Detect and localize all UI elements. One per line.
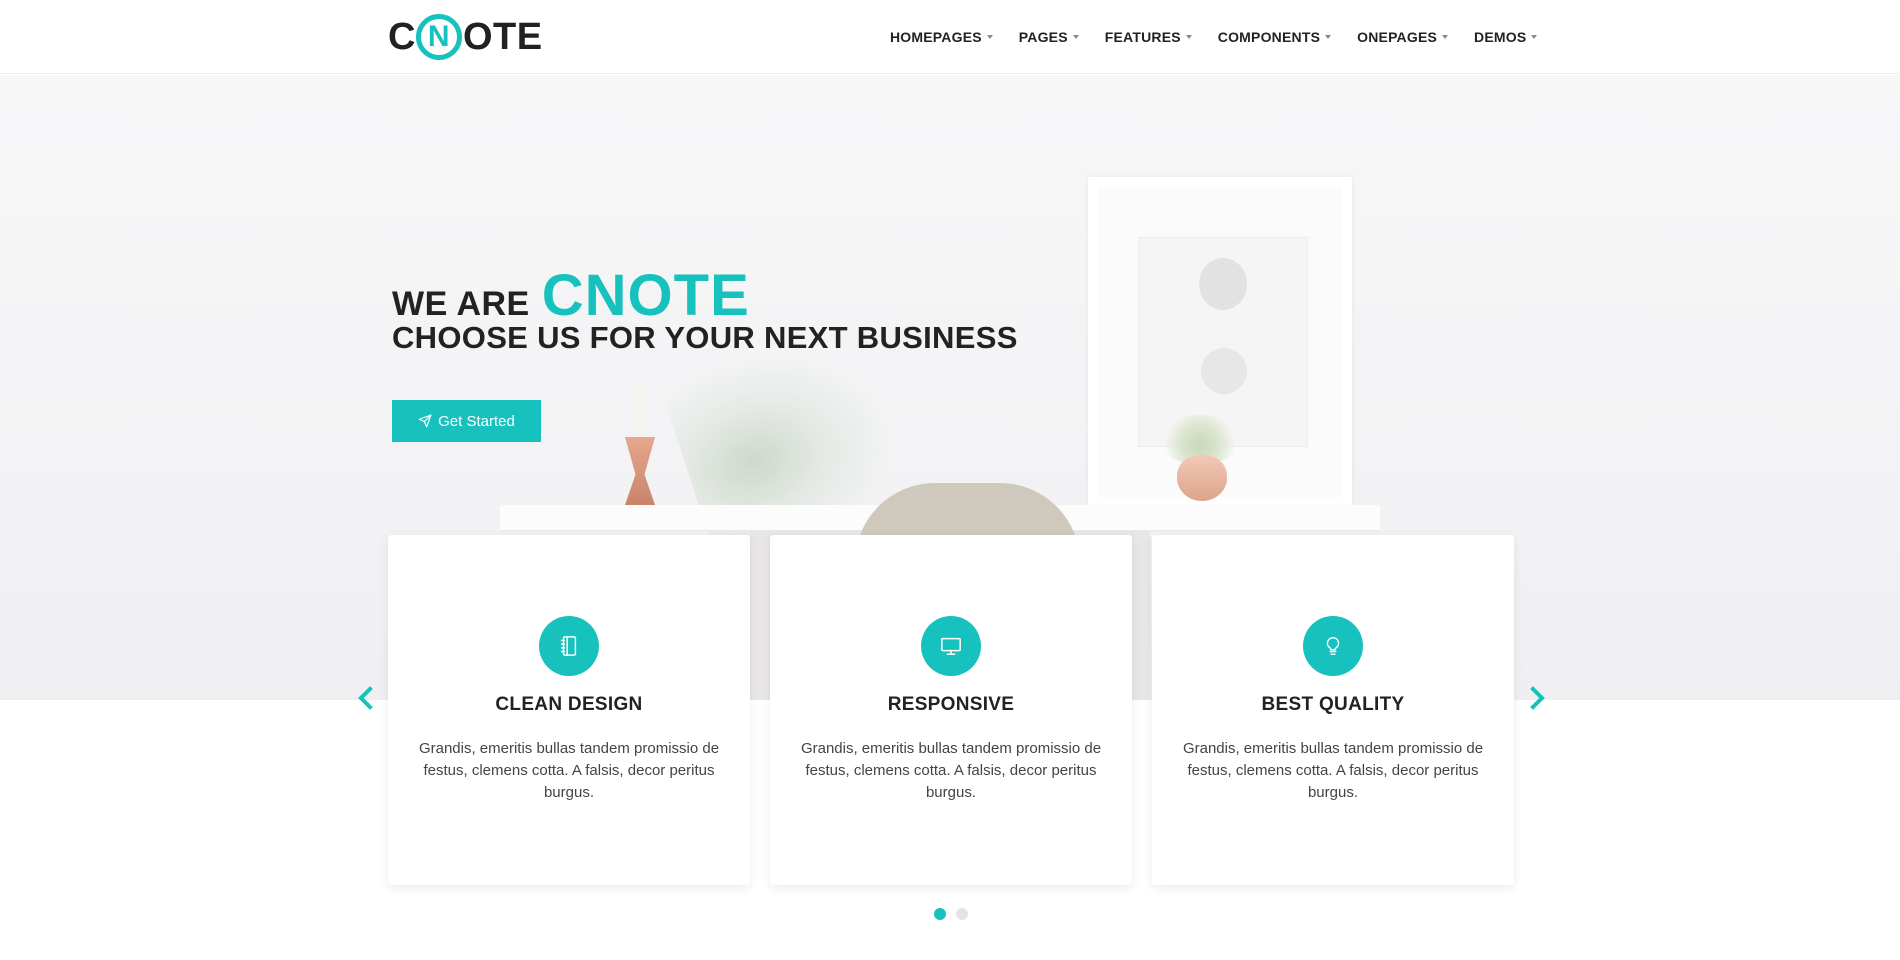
feature-card-title: BEST QUALITY xyxy=(1261,694,1405,715)
hero-pot xyxy=(1177,455,1227,501)
get-started-button[interactable]: Get Started xyxy=(392,400,541,442)
feature-icon-badge xyxy=(921,616,981,676)
caret-down-icon xyxy=(986,35,993,39)
logo-letter-c: C xyxy=(388,16,416,58)
hero-frame-circle xyxy=(1201,348,1247,394)
caret-down-icon xyxy=(1531,35,1538,39)
caret-down-icon xyxy=(1325,35,1332,39)
feature-card: BEST QUALITY Grandis, emeritis bullas ta… xyxy=(1152,535,1514,885)
hero-subtitle: CHOOSE US FOR YOUR NEXT BUSINESS xyxy=(392,320,1018,355)
caret-down-icon xyxy=(1185,35,1192,39)
feature-card-title: CLEAN DESIGN xyxy=(495,694,643,715)
feature-cards: CLEAN DESIGN Grandis, emeritis bullas ta… xyxy=(388,535,1516,885)
hero-candle-holder xyxy=(625,437,655,505)
hero-title-brand: CNOTE xyxy=(541,263,750,328)
feature-card-text: Grandis, emeritis bullas tandem promissi… xyxy=(418,740,720,801)
logo-n-ring: N xyxy=(415,14,462,60)
carousel-pagination xyxy=(934,908,968,920)
carousel-next-button[interactable] xyxy=(1527,686,1547,710)
nav-item-features[interactable]: FEATURES xyxy=(1105,29,1192,45)
feature-card: CLEAN DESIGN Grandis, emeritis bullas ta… xyxy=(388,535,750,885)
carousel-dot[interactable] xyxy=(956,908,968,920)
chevron-right-icon xyxy=(1530,686,1545,710)
logo-letter-n: N xyxy=(427,20,451,53)
get-started-label: Get Started xyxy=(438,412,515,430)
nav-item-label: COMPONENTS xyxy=(1217,29,1321,45)
carousel-dot-active[interactable] xyxy=(934,908,946,920)
logo-letters-rest: OTE xyxy=(462,16,543,58)
nav-item-label: DEMOS xyxy=(1474,29,1527,45)
nav-item-homepages[interactable]: HOMEPAGES xyxy=(890,29,993,45)
paper-plane-icon xyxy=(418,414,432,428)
feature-card: RESPONSIVE Grandis, emeritis bullas tand… xyxy=(770,535,1132,885)
main-nav: HOMEPAGES PAGES FEATURES COMPONENTS ONEP… xyxy=(890,0,1563,74)
feature-icon-badge xyxy=(539,616,599,676)
feature-card-title: RESPONSIVE xyxy=(887,694,1015,715)
carousel-prev-button[interactable] xyxy=(356,686,376,710)
nav-item-label: ONEPAGES xyxy=(1357,29,1438,45)
site-header: C N OTE HOMEPAGES PAGES FEATURES COMPONE… xyxy=(0,0,1900,74)
nav-item-label: FEATURES xyxy=(1104,29,1181,45)
nav-item-label: HOMEPAGES xyxy=(890,29,982,45)
hero-title: WE ARE CNOTE xyxy=(392,262,750,329)
feature-icon-badge xyxy=(1303,616,1363,676)
chevron-left-icon xyxy=(358,686,373,710)
nav-item-components[interactable]: COMPONENTS xyxy=(1217,29,1332,45)
notebook-icon xyxy=(560,636,577,656)
hero-frame-circle xyxy=(1199,258,1247,310)
caret-down-icon xyxy=(1072,35,1079,39)
site-logo[interactable]: C N OTE xyxy=(388,12,543,62)
nav-item-demos[interactable]: DEMOS xyxy=(1474,29,1538,45)
monitor-icon xyxy=(941,637,961,655)
nav-item-onepages[interactable]: ONEPAGES xyxy=(1357,29,1449,45)
nav-item-label: PAGES xyxy=(1018,29,1068,45)
nav-item-pages[interactable]: PAGES xyxy=(1019,29,1079,45)
feature-card-text: Grandis, emeritis bullas tandem promissi… xyxy=(800,740,1102,801)
hero-candle xyxy=(636,385,644,439)
hero-title-lead: WE ARE xyxy=(392,285,530,323)
feature-card-text: Grandis, emeritis bullas tandem promissi… xyxy=(1182,740,1484,801)
lightbulb-icon xyxy=(1326,637,1340,655)
hero-frame-art xyxy=(1138,237,1308,447)
caret-down-icon xyxy=(1442,35,1449,39)
